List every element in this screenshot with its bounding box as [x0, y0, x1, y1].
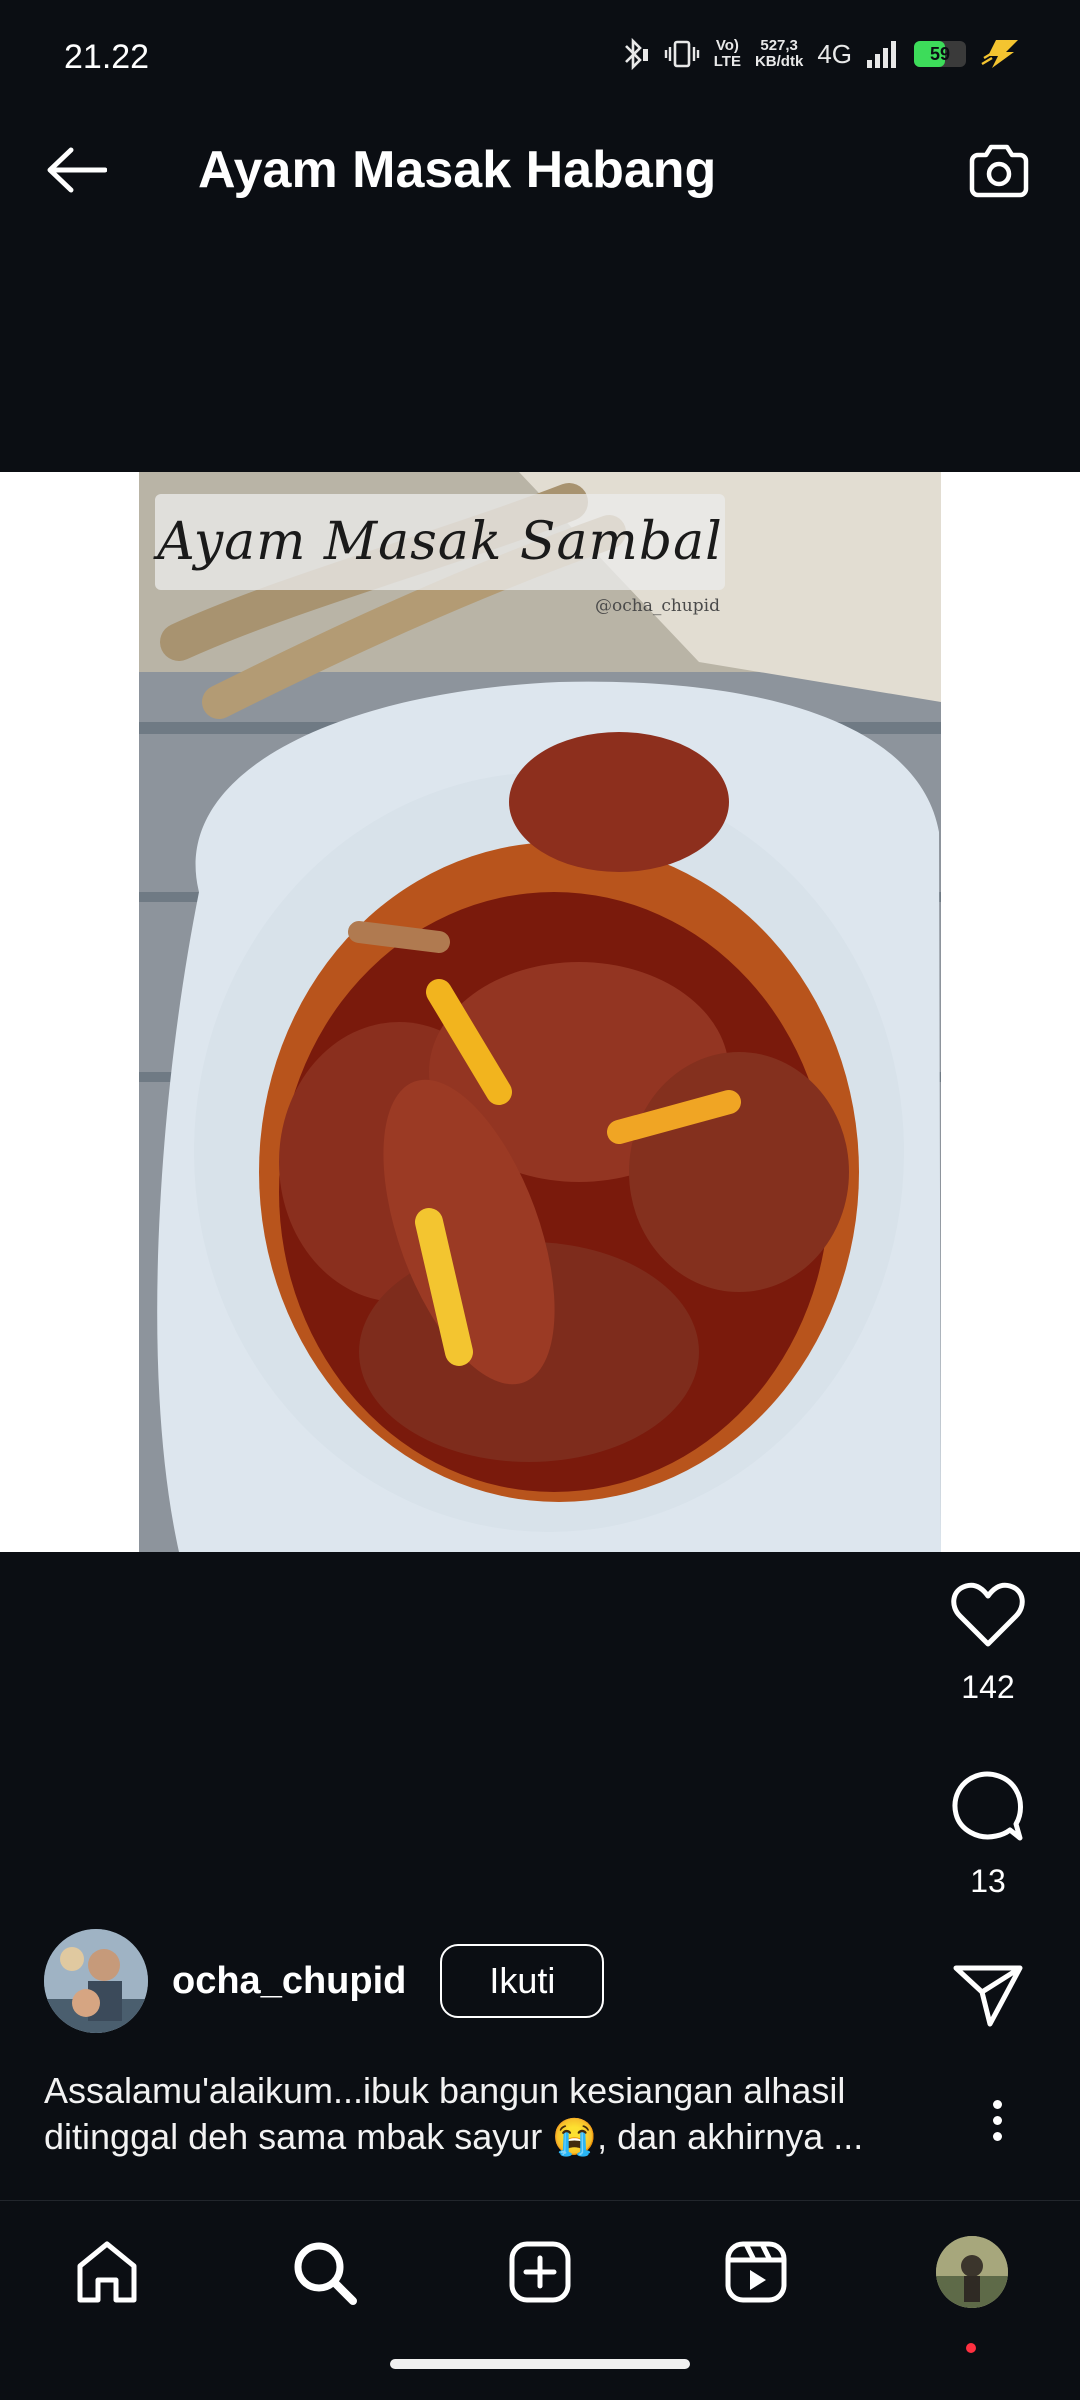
nav-search[interactable] — [279, 2231, 369, 2313]
status-time: 21.22 — [64, 38, 150, 76]
photo-watermark: @ocha_chupid — [595, 596, 720, 616]
author-avatar[interactable] — [44, 1929, 148, 2033]
like-action: 142 — [910, 1580, 1066, 1706]
nav-home[interactable] — [62, 2231, 152, 2313]
more-dot-icon — [992, 2099, 1002, 2109]
avatar-image — [44, 1929, 148, 2033]
comment-action: 13 — [910, 1768, 1066, 1900]
page-title: Ayam Masak Habang — [198, 141, 717, 199]
back-button[interactable] — [36, 134, 116, 206]
share-button[interactable] — [952, 1962, 1024, 2033]
status-icons: Vo) LTE 527,3 KB/dtk 4G 59 — [620, 32, 1020, 76]
top-app-bar: Ayam Masak Habang — [0, 110, 1080, 230]
screen: 21.22 Vo) LTE 527,3 KB/dtk 4G 59 Ayam Ma… — [0, 0, 1080, 2400]
camera-icon — [969, 144, 1029, 198]
nav-create[interactable] — [495, 2231, 585, 2313]
vibrate-icon — [664, 37, 700, 71]
bottom-navigation — [0, 2200, 1080, 2400]
post-caption[interactable]: Assalamu'alaikum...ibuk bangun kesiangan… — [44, 2068, 944, 2160]
like-count: 142 — [961, 1669, 1015, 1705]
caption-line-2: ditinggal deh sama mbak sayur 😭, dan akh… — [44, 2116, 864, 2157]
author-username[interactable]: ocha_chupid — [172, 1960, 406, 2003]
post-photo[interactable]: Ayam Masak Sambal @ocha_chupid — [139, 472, 941, 1552]
like-button[interactable] — [950, 1580, 1026, 1655]
speed-value: 527,3 — [760, 37, 798, 54]
search-icon — [294, 2242, 357, 2305]
post-media[interactable]: Ayam Masak Sambal @ocha_chupid — [0, 472, 1080, 1552]
comment-button[interactable] — [950, 1768, 1026, 1849]
caption-line-1: Assalamu'alaikum...ibuk bangun kesiangan… — [44, 2070, 846, 2111]
nav-profile[interactable] — [927, 2231, 1017, 2353]
nav-reels[interactable] — [711, 2231, 801, 2313]
follow-button[interactable]: Ikuti — [440, 1944, 605, 2018]
signal-icon — [866, 38, 900, 70]
create-icon — [509, 2241, 571, 2303]
profile-avatar-image — [936, 2236, 1008, 2308]
home-indicator[interactable] — [390, 2359, 690, 2369]
network-type: 4G — [817, 38, 852, 69]
volte-top: Vo) — [715, 37, 739, 54]
reels-icon — [725, 2241, 787, 2303]
more-dot-icon — [992, 2115, 1002, 2125]
bluetooth-icon — [620, 37, 650, 71]
heart-icon — [951, 1582, 1025, 1647]
food-photo — [139, 472, 941, 1552]
arrow-left-icon — [47, 147, 107, 193]
status-bar: 21.22 Vo) LTE 527,3 KB/dtk 4G 59 — [0, 0, 1080, 95]
more-dot-icon — [992, 2131, 1002, 2141]
home-icon — [77, 2241, 137, 2303]
battery-level: 59 — [929, 43, 951, 64]
paper-plane-icon — [953, 1965, 1023, 2027]
network-speed: 527,3 KB/dtk — [755, 38, 803, 70]
speed-unit: KB/dtk — [754, 53, 804, 70]
photo-overlay-title: Ayam Masak Sambal — [155, 494, 725, 590]
post-author-row: ocha_chupid Ikuti — [44, 1928, 605, 2034]
volte-indicator: Vo) LTE — [714, 38, 741, 70]
camera-button[interactable] — [960, 136, 1038, 208]
comment-icon — [952, 1771, 1023, 1841]
share-action — [910, 1962, 1066, 2033]
battery-indicator: 59 — [914, 41, 966, 67]
profile-avatar — [936, 2236, 1008, 2308]
charging-icon — [980, 38, 1020, 70]
notification-dot — [966, 2343, 976, 2353]
photo-title-text: Ayam Masak Sambal — [157, 512, 723, 572]
more-options-button[interactable] — [972, 2090, 1022, 2150]
volte-bottom: LTE — [713, 53, 741, 70]
comment-count: 13 — [970, 1863, 1006, 1899]
